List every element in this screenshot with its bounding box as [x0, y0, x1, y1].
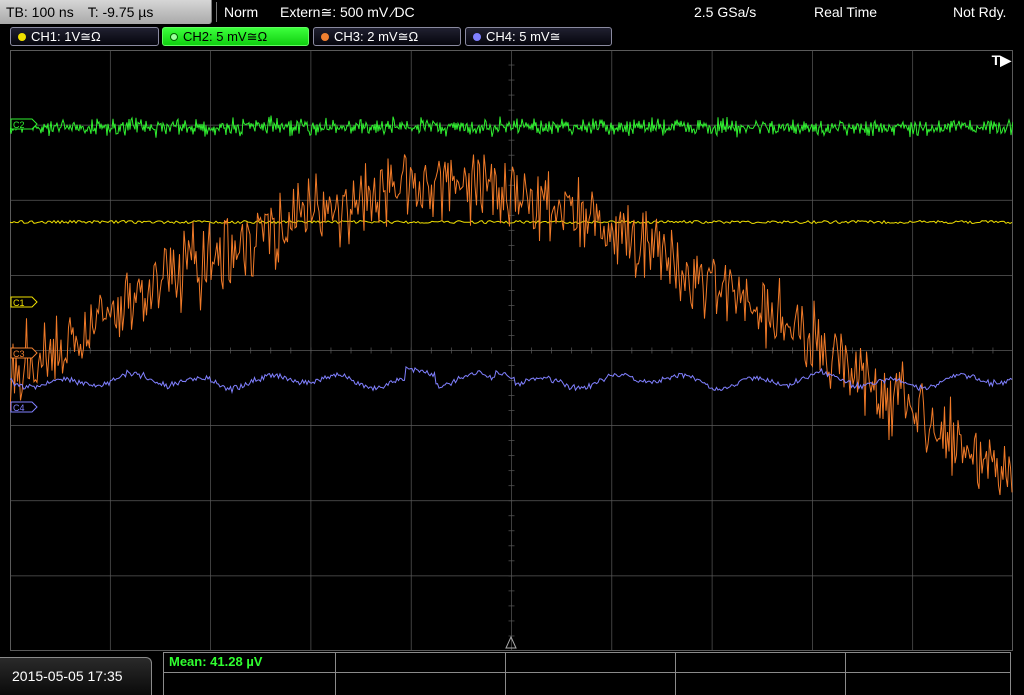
waveform-display[interactable]: C2 C1 C3 C4 T▶: [10, 50, 1013, 651]
ch2-marker[interactable]: C2: [10, 118, 38, 130]
ch3-marker[interactable]: C3: [10, 347, 38, 359]
ch1-color-dot: [18, 33, 26, 41]
trigger-mode[interactable]: Norm: [224, 0, 258, 24]
timebase-value: TB: 100 ns: [6, 4, 74, 20]
ch3-marker-label: C3: [13, 349, 25, 359]
tab-ch2[interactable]: CH2: 5 mV≅Ω: [162, 27, 309, 46]
measurement-column-divider: [505, 653, 506, 695]
acquisition-mode: Real Time: [814, 4, 878, 20]
bottom-bar: 2015-05-05 17:35 Mean: 41.28 µV: [0, 652, 1024, 695]
graticule: [10, 50, 1013, 651]
ch2-marker-label: C2: [13, 120, 25, 130]
ch1-marker[interactable]: C1: [10, 296, 38, 308]
tab-ch3[interactable]: CH3: 2 mV≅Ω: [313, 27, 461, 46]
trigger-indicator: T▶: [991, 52, 1011, 68]
acquisition-status: Not Rdy.: [953, 4, 1007, 20]
measurement-divider: [164, 672, 1010, 673]
ch2-color-dot: [170, 33, 178, 41]
measurement-column-divider: [335, 653, 336, 695]
tab-ch4[interactable]: CH4: 5 mV≅: [465, 27, 612, 46]
mean-measurement: Mean: 41.28 µV: [169, 654, 263, 669]
timebase-panel[interactable]: TB: 100 ns T: -9.75 µs: [0, 0, 212, 24]
measurement-column-divider: [675, 653, 676, 695]
ch1-marker-label: C1: [13, 298, 25, 308]
ch4-marker[interactable]: C4: [10, 401, 38, 413]
tab-ch1[interactable]: CH1: 1V≅Ω: [10, 27, 159, 46]
datetime-display[interactable]: 2015-05-05 17:35: [0, 657, 152, 695]
status-divider: [216, 2, 217, 22]
sample-rate: 2.5 GSa/s: [694, 4, 757, 20]
ch1-waveform: [10, 219, 1013, 225]
status-bar: TB: 100 ns T: -9.75 µs Norm Extern≅: 500 …: [0, 0, 1024, 25]
measurement-panel[interactable]: Mean: 41.28 µV: [163, 652, 1011, 695]
ch3-waveform: [10, 154, 1013, 496]
ch1-label: CH1: 1V≅Ω: [31, 29, 101, 44]
waveform-svg: C2 C1 C3 C4: [10, 50, 1013, 651]
ch4-label: CH4: 5 mV≅: [486, 29, 561, 44]
measurement-column-divider: [845, 653, 846, 695]
ch3-color-dot: [321, 33, 329, 41]
ch4-marker-label: C4: [13, 403, 25, 413]
ch2-label: CH2: 5 mV≅Ω: [183, 29, 268, 44]
ch3-label: CH3: 2 mV≅Ω: [334, 29, 419, 44]
ch4-color-dot: [473, 33, 481, 41]
trigger-source[interactable]: Extern≅: 500 mV ⁄DC: [280, 0, 415, 24]
trigger-time-value: T: -9.75 µs: [87, 4, 154, 20]
trigger-position-marker[interactable]: [505, 635, 517, 649]
channel-tabs: CH1: 1V≅Ω CH2: 5 mV≅Ω CH3: 2 mV≅Ω CH4: 5…: [0, 26, 1024, 48]
